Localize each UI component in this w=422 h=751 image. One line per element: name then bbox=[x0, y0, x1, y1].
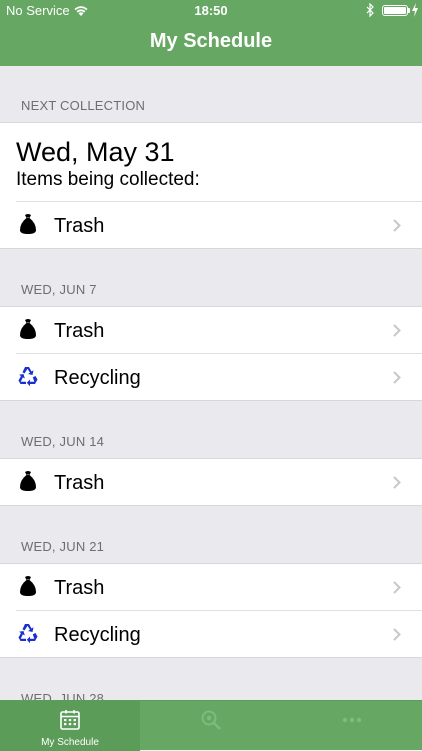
schedule-list[interactable]: NEXT COLLECTION Wed, May 31 Items being … bbox=[0, 66, 422, 700]
item-label: Trash bbox=[54, 472, 105, 494]
chevron-right-icon bbox=[393, 628, 401, 641]
tab-label: My Schedule bbox=[41, 737, 99, 748]
section-header-label: WED, JUN 21 bbox=[21, 539, 105, 554]
section-header-jun-28: WED, JUN 28 bbox=[0, 658, 422, 700]
section-header-jun-14: WED, JUN 14 bbox=[0, 401, 422, 458]
next-collection-date: Wed, May 31 bbox=[16, 137, 175, 167]
list-item-trash[interactable]: Trash bbox=[16, 459, 422, 505]
recycling-icon bbox=[18, 367, 38, 387]
bluetooth-icon bbox=[366, 3, 374, 17]
charging-bolt-icon bbox=[412, 3, 418, 17]
chevron-right-icon bbox=[393, 324, 401, 337]
item-label: Recycling bbox=[54, 624, 141, 646]
status-bar: No Service 18:50 bbox=[0, 0, 422, 22]
list-item-recycling[interactable]: Recycling bbox=[16, 353, 422, 400]
next-collection-group: Wed, May 31 Items being collected: Trash bbox=[0, 122, 422, 249]
more-icon bbox=[342, 717, 362, 723]
chevron-right-icon bbox=[393, 476, 401, 489]
page-title: My Schedule bbox=[149, 30, 273, 52]
battery-icon bbox=[382, 5, 408, 16]
list-item-recycling[interactable]: Recycling bbox=[16, 610, 422, 657]
trash-bag-icon bbox=[20, 319, 36, 339]
section-header-jun-7: WED, JUN 7 bbox=[0, 249, 422, 306]
chevron-right-icon bbox=[393, 581, 401, 594]
trash-bag-icon bbox=[20, 471, 36, 491]
app-header: No Service 18:50 My Schedule bbox=[0, 0, 422, 66]
tab-search[interactable] bbox=[141, 701, 281, 751]
item-label: Trash bbox=[54, 215, 105, 237]
item-label: Trash bbox=[54, 320, 105, 342]
list-item-trash[interactable]: Trash bbox=[16, 564, 422, 610]
tab-bar: My Schedule bbox=[0, 700, 422, 751]
section-header-jun-21: WED, JUN 21 bbox=[0, 506, 422, 563]
section-header-next: NEXT COLLECTION bbox=[0, 66, 422, 122]
recycling-icon bbox=[18, 624, 38, 644]
battery-tip bbox=[408, 8, 410, 13]
section-header-label: WED, JUN 28 bbox=[21, 691, 105, 700]
chevron-right-icon bbox=[393, 371, 401, 384]
list-item-trash[interactable]: Trash bbox=[16, 307, 422, 353]
items-collected-label: Items being collected: bbox=[16, 169, 200, 190]
item-label: Trash bbox=[54, 577, 105, 599]
collection-group-jun-14: Trash bbox=[0, 458, 422, 506]
section-header-label: WED, JUN 7 bbox=[21, 282, 97, 297]
trash-bag-icon bbox=[20, 214, 36, 234]
calendar-icon bbox=[60, 710, 80, 730]
section-header-label: WED, JUN 14 bbox=[21, 434, 105, 449]
clock: 18:50 bbox=[194, 3, 228, 18]
section-header-label: NEXT COLLECTION bbox=[21, 98, 146, 113]
collection-group-jun-21: Trash Recycling bbox=[0, 563, 422, 658]
chevron-right-icon bbox=[393, 219, 401, 232]
collection-group-jun-7: Trash Recycling bbox=[0, 306, 422, 401]
next-collection-card: Wed, May 31 Items being collected: bbox=[0, 123, 422, 190]
tab-more[interactable] bbox=[282, 701, 422, 751]
list-item-trash[interactable]: Trash bbox=[16, 201, 422, 248]
item-label: Recycling bbox=[54, 367, 141, 389]
tab-my-schedule[interactable]: My Schedule bbox=[0, 701, 140, 751]
search-icon bbox=[201, 710, 221, 730]
trash-bag-icon bbox=[20, 576, 36, 596]
